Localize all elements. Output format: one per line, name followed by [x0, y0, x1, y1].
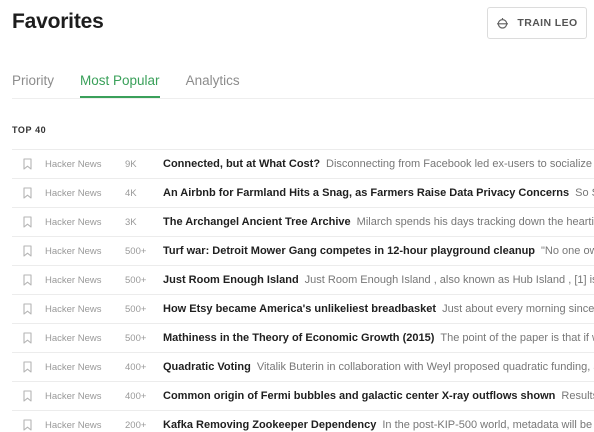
article-snippet: Disconnecting from Facebook led ex-users…: [326, 158, 594, 170]
train-leo-button[interactable]: TRAIN LEO: [487, 7, 587, 39]
share-count: 500+: [125, 332, 147, 344]
article-headline[interactable]: Common origin of Fermi bubbles and galac…: [163, 390, 555, 402]
tabs-divider: [12, 98, 594, 99]
source-label: Hacker News: [45, 187, 102, 199]
article-headline[interactable]: How Etsy became America's unlikeliest br…: [163, 303, 436, 315]
share-count: 3K: [125, 216, 137, 228]
bookmark-icon[interactable]: [12, 390, 45, 402]
article-snippet: The point of the paper is that if we: [440, 332, 594, 344]
source-label: Hacker News: [45, 303, 102, 315]
source-label: Hacker News: [45, 158, 102, 170]
list-item[interactable]: Hacker News 500+ How Etsy became America's…: [12, 295, 594, 324]
tab-analytics[interactable]: Analytics: [186, 70, 240, 98]
article-snippet: So Smart: [575, 187, 594, 199]
list-item[interactable]: Hacker News 3K The Archangel Ancient Tree …: [12, 208, 594, 237]
list-item[interactable]: Hacker News 200+ Kafka Removing Zookeeper …: [12, 411, 594, 432]
share-count: 400+: [125, 390, 147, 402]
section-heading: TOP 40: [12, 125, 47, 135]
article-snippet: "No one owns: [541, 245, 594, 257]
article-list: Hacker News 9K Connected, but at What Cost…: [12, 149, 594, 432]
article-snippet: Just Room Enough Island , also known as …: [304, 274, 594, 286]
article-headline[interactable]: Quadratic Voting: [163, 361, 251, 373]
bookmark-icon[interactable]: [12, 216, 45, 228]
bookmark-icon[interactable]: [12, 274, 45, 286]
article-headline[interactable]: The Archangel Ancient Tree Archive: [163, 216, 351, 228]
share-count: 9K: [125, 158, 137, 170]
train-leo-label: TRAIN LEO: [517, 17, 578, 29]
bookmark-icon[interactable]: [12, 158, 45, 170]
list-item[interactable]: Hacker News 9K Connected, but at What Cost…: [12, 150, 594, 179]
source-label: Hacker News: [45, 332, 102, 344]
list-item[interactable]: Hacker News 400+ Common origin of Fermi bu…: [12, 382, 594, 411]
bookmark-icon[interactable]: [12, 245, 45, 257]
article-snippet: Results: [561, 390, 594, 402]
article-snippet: Just about every morning since A: [442, 303, 594, 315]
bookmark-icon[interactable]: [12, 419, 45, 431]
share-count: 4K: [125, 187, 137, 199]
bot-icon: [496, 17, 509, 30]
bookmark-icon[interactable]: [12, 332, 45, 344]
source-label: Hacker News: [45, 245, 102, 257]
article-headline[interactable]: An Airbnb for Farmland Hits a Snag, as F…: [163, 187, 569, 199]
list-item[interactable]: Hacker News 500+ Turf war: Detroit Mower G…: [12, 237, 594, 266]
bookmark-icon[interactable]: [12, 303, 45, 315]
article-headline[interactable]: Connected, but at What Cost?: [163, 158, 320, 170]
tab-priority[interactable]: Priority: [12, 70, 54, 98]
article-snippet: Milarch spends his days tracking down th…: [356, 216, 594, 228]
article-headline[interactable]: Turf war: Detroit Mower Gang competes in…: [163, 245, 535, 257]
list-item[interactable]: Hacker News 500+ Mathiness in the Theory o…: [12, 324, 594, 353]
source-label: Hacker News: [45, 419, 102, 431]
source-label: Hacker News: [45, 361, 102, 373]
tab-bar: Priority Most Popular Analytics: [12, 70, 240, 98]
bookmark-icon[interactable]: [12, 361, 45, 373]
source-label: Hacker News: [45, 390, 102, 402]
share-count: 500+: [125, 303, 147, 315]
tab-most-popular[interactable]: Most Popular: [80, 70, 160, 98]
source-label: Hacker News: [45, 274, 102, 286]
article-headline[interactable]: Kafka Removing Zookeeper Dependency: [163, 419, 376, 431]
share-count: 200+: [125, 419, 147, 431]
article-snippet: In the post-KIP-500 world, metadata will…: [382, 419, 594, 431]
source-label: Hacker News: [45, 216, 102, 228]
list-item[interactable]: Hacker News 4K An Airbnb for Farmland Hits…: [12, 179, 594, 208]
share-count: 400+: [125, 361, 147, 373]
share-count: 500+: [125, 274, 147, 286]
list-item[interactable]: Hacker News 500+ Just Room Enough Island Ju…: [12, 266, 594, 295]
share-count: 500+: [125, 245, 147, 257]
page-title: Favorites: [12, 10, 104, 33]
article-headline[interactable]: Mathiness in the Theory of Economic Grow…: [163, 332, 434, 344]
bookmark-icon[interactable]: [12, 187, 45, 199]
article-headline[interactable]: Just Room Enough Island: [163, 274, 299, 286]
article-snippet: Vitalik Buterin in collaboration with We…: [256, 361, 594, 373]
list-item[interactable]: Hacker News 400+ Quadratic Voting Vitalik B…: [12, 353, 594, 382]
